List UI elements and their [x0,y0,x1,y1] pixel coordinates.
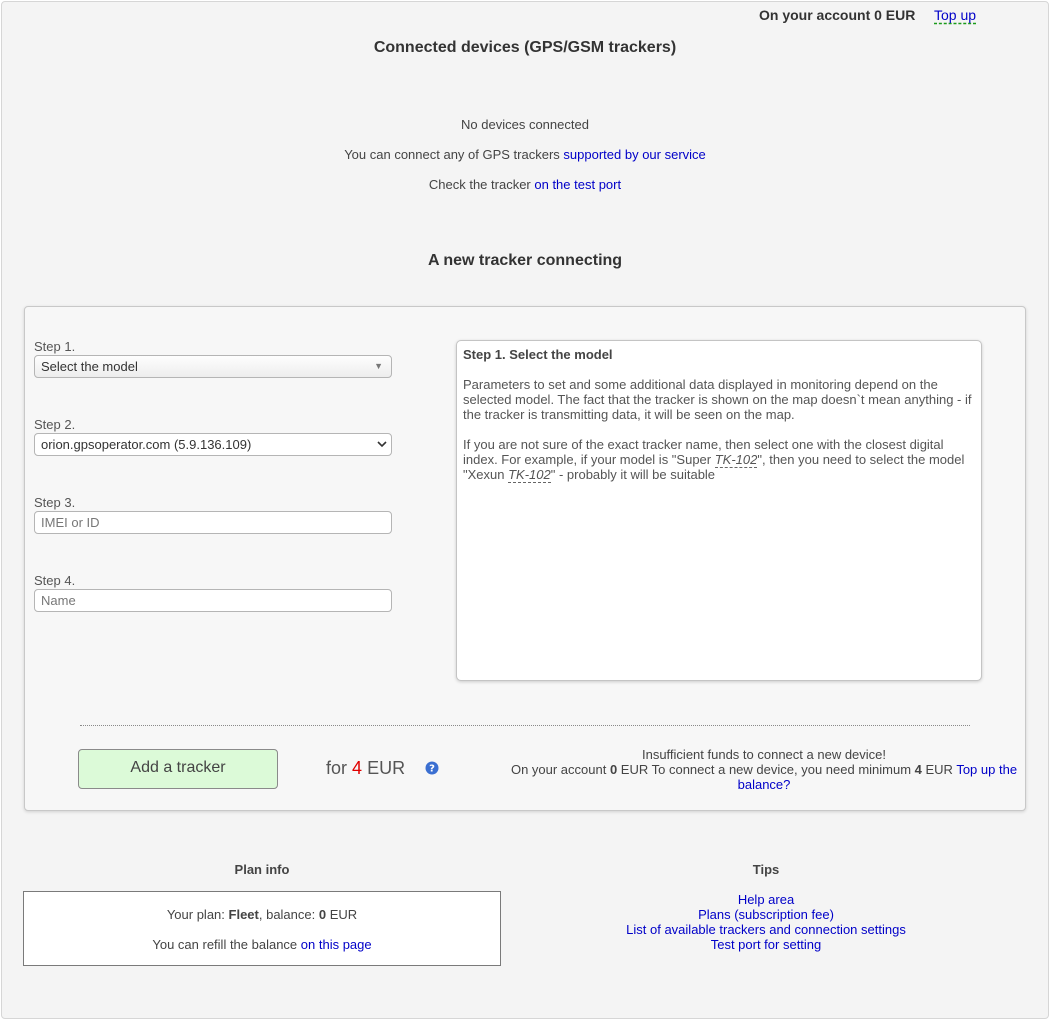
test-port-setting-link[interactable]: Test port for setting [562,937,970,952]
topup-link[interactable]: Top up [934,7,976,23]
price-prefix: for [326,758,348,778]
model-select-value: Select the model [41,359,138,374]
new-tracker-panel: Step 1. Select the model ▼ Step 2. orion… [24,306,1026,811]
connect-text: You can connect any of GPS trackers [344,147,560,162]
refill-text: You can refill the balance [152,937,301,952]
plan-info-title: Plan info [234,862,290,877]
connect-info: You can connect any of GPS trackers supp… [2,147,1048,162]
check-text: Check the tracker [428,177,531,192]
divider [80,725,970,726]
funds-text: EUR To connect a new device, you need mi… [617,762,915,777]
step4-label: Step 4. [34,573,76,588]
svg-text:?: ? [429,764,435,775]
help-title: Step 1. Select the model [463,347,613,362]
server-select-value: orion.gpsoperator.com (5.9.136.109) [41,437,252,452]
tips-title: Tips [752,862,780,877]
funds-text: On your account [510,762,610,777]
help-text: " - probably it will be suitable [550,467,716,482]
price-value: 4 [352,758,363,778]
model-reference: TK-102 [508,467,551,483]
add-tracker-button[interactable]: Add a tracker [78,749,278,789]
tips-links: Help area Plans (subscription fee) List … [562,892,970,952]
plan-info-box: Your plan: Fleet, balance: 0 EUR You can… [23,891,501,966]
price-label: for 4 EUR [326,758,405,779]
supported-trackers-link[interactable]: supported by our service [563,147,705,162]
plan-text: Your plan: [166,907,229,922]
model-select[interactable]: Select the model ▼ [34,355,392,378]
imei-placeholder: IMEI or ID [41,515,100,530]
plan-text: , balance: [258,907,319,922]
plan-balance: 0 [318,907,327,922]
step3-label: Step 3. [34,495,76,510]
plan-line: Your plan: Fleet, balance: 0 EUR [24,907,500,922]
help-paragraph-1: Parameters to set and some additional da… [463,377,972,422]
help-area-link[interactable]: Help area [562,892,970,907]
test-port-info: Check the tracker on the test port [2,177,1048,192]
funds-minimum: 4 [914,762,922,777]
name-placeholder: Name [41,593,76,608]
account-balance: On your account 0 EUR [759,7,916,23]
help-box: Step 1. Select the model Parameters to s… [456,340,982,681]
refill-line: You can refill the balance on this page [24,937,500,952]
devices-title: Connected devices (GPS/GSM trackers) [373,39,677,56]
chevron-down-icon [377,441,387,448]
question-circle-icon[interactable]: ? [425,761,439,775]
server-select[interactable]: orion.gpsoperator.com (5.9.136.109) [34,433,392,456]
price-currency: EUR [367,758,406,778]
funds-details: On your account 0 EUR To connect a new d… [505,762,1023,792]
plans-link[interactable]: Plans (subscription fee) [562,907,970,922]
plan-name: Fleet [228,907,259,922]
page-frame: On your account 0 EUR Top up Connected d… [1,1,1049,1019]
funds-text: EUR [921,762,957,777]
step2-label: Step 2. [34,417,76,432]
test-port-link[interactable]: on the test port [534,177,621,192]
step1-label: Step 1. [34,339,76,354]
funds-warning: Insufficient funds to connect a new devi… [641,747,887,762]
plan-text: EUR [326,907,358,922]
name-input[interactable]: Name [34,589,392,612]
imei-input[interactable]: IMEI or ID [34,511,392,534]
trackers-list-link[interactable]: List of available trackers and connectio… [562,922,970,937]
new-tracker-title: A new tracker connecting [427,252,623,269]
model-reference: TK-102 [714,452,758,468]
insufficient-funds-message: Insufficient funds to connect a new devi… [505,747,1023,792]
dropdown-arrow-icon: ▼ [374,361,383,371]
refill-link[interactable]: on this page [301,937,372,952]
no-devices-text: No devices connected [461,117,589,132]
help-paragraph-2: If you are not sure of the exact tracker… [463,437,975,483]
